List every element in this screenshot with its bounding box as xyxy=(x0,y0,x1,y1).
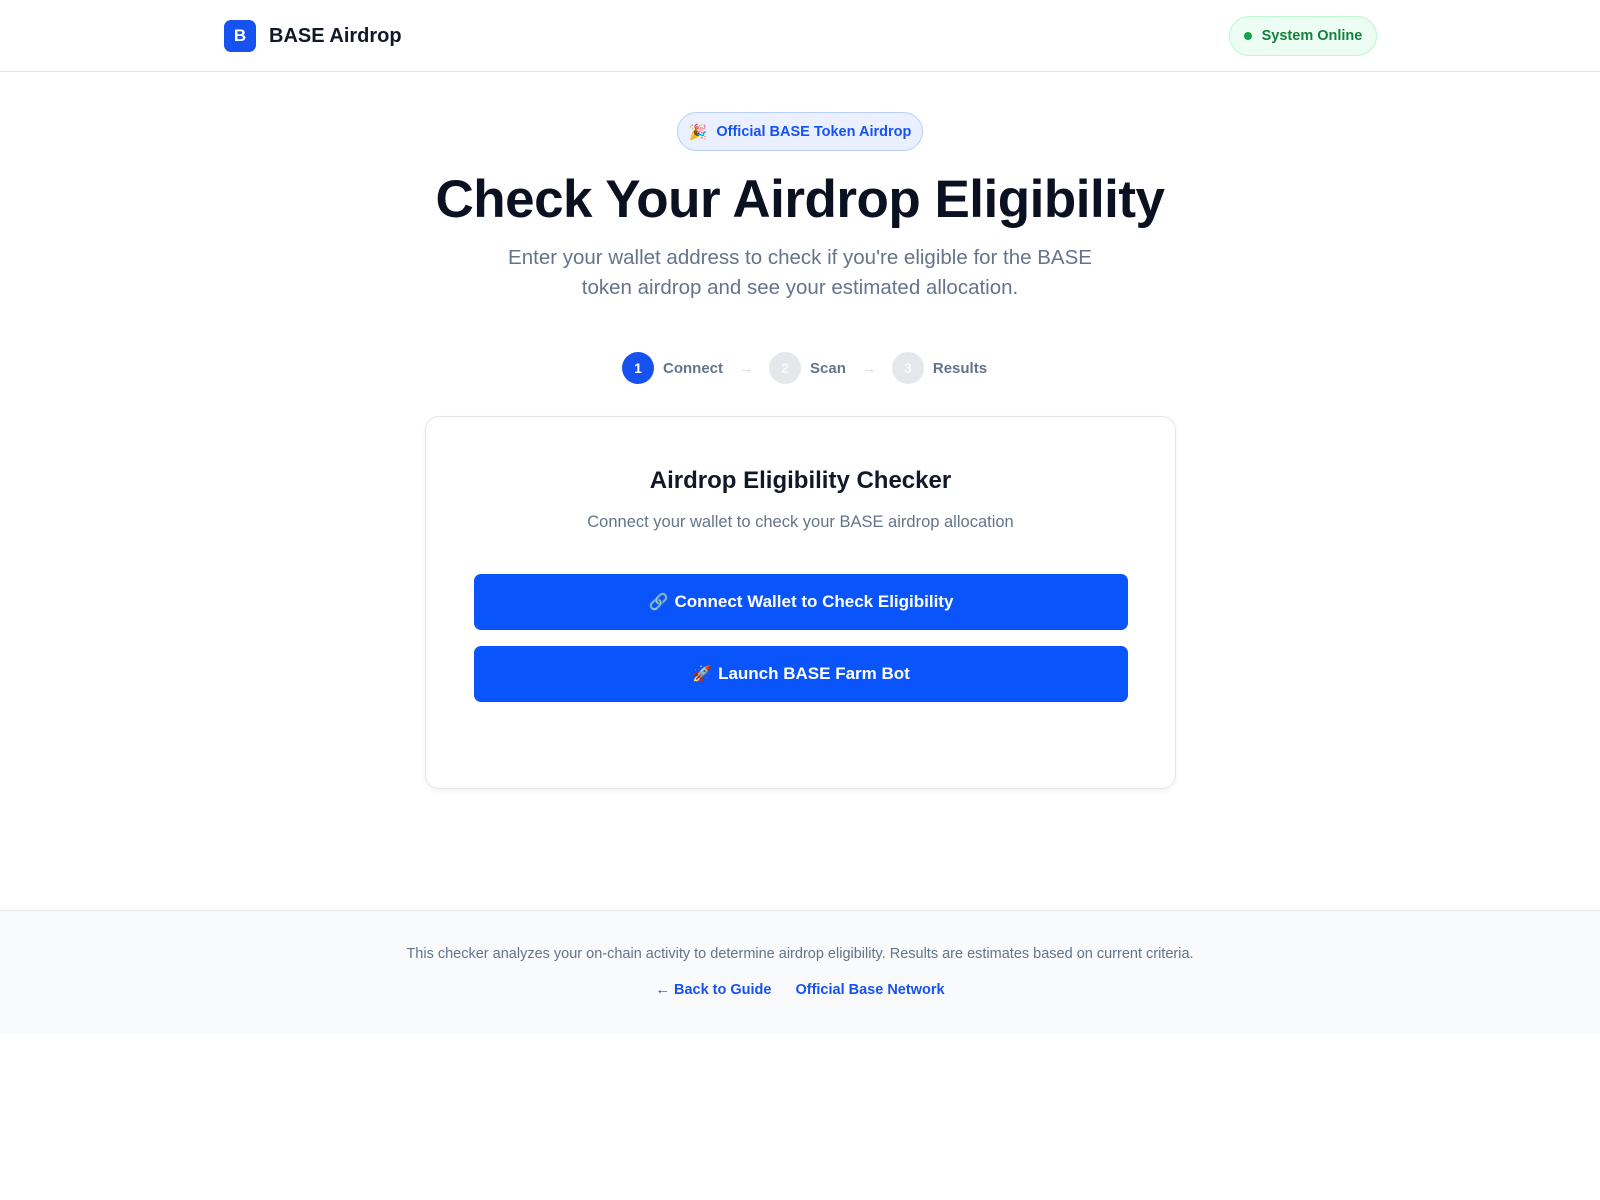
connect-wallet-button[interactable]: 🔗 Connect Wallet to Check Eligibility xyxy=(474,574,1128,630)
step-label: Scan xyxy=(810,359,846,377)
rocket-icon: 🚀 xyxy=(692,666,713,683)
back-to-guide-link[interactable]: ← Back to Guide xyxy=(655,982,771,998)
airdrop-badge: 🎉 Official BASE Token Airdrop xyxy=(677,112,923,151)
step-number: 2 xyxy=(769,352,801,384)
footer-disclaimer: This checker analyzes your on-chain acti… xyxy=(406,946,1194,962)
status-dot-icon xyxy=(1243,32,1252,40)
status-text: System Online xyxy=(1261,28,1363,44)
step-number: 3 xyxy=(891,352,924,384)
system-status-badge: System Online xyxy=(1229,16,1377,56)
eligibility-checker-card: Airdrop Eligibility Checker Connect your… xyxy=(425,416,1176,789)
connect-wallet-label: Connect Wallet to Check Eligibility xyxy=(674,592,954,611)
card-subtitle: Connect your wallet to check your BASE a… xyxy=(587,513,1014,531)
card-title: Airdrop Eligibility Checker xyxy=(649,467,952,494)
step-label: Connect xyxy=(663,359,723,377)
step-label: Results xyxy=(932,359,988,377)
badge-text: Official BASE Token Airdrop xyxy=(716,123,912,140)
launch-farm-bot-button[interactable]: 🚀 Launch BASE Farm Bot xyxy=(474,646,1128,702)
step-number: 1 xyxy=(622,352,654,384)
progress-steps: 1 Connect → 2 Scan → 3 Results xyxy=(622,352,987,384)
launch-farm-bot-label: Launch BASE Farm Bot xyxy=(718,664,910,683)
arrow-right-icon: → xyxy=(739,360,753,376)
arrow-right-icon: → xyxy=(861,360,876,376)
official-base-network-link[interactable]: Official Base Network xyxy=(795,982,944,998)
brand-logo-icon: B xyxy=(224,20,256,52)
party-popper-icon: 🎉 xyxy=(688,123,708,141)
step-results: 3 Results xyxy=(891,352,988,384)
link-icon: 🔗 xyxy=(648,594,669,611)
page-subtitle: Enter your wallet address to check if yo… xyxy=(508,246,1092,299)
top-header: B BASE Airdrop System Online xyxy=(0,0,1600,72)
step-connect: 1 Connect xyxy=(622,352,723,384)
brand[interactable]: B BASE Airdrop xyxy=(224,20,402,52)
footer-links: ← Back to Guide Official Base Network xyxy=(0,982,1600,998)
footer: This checker analyzes your on-chain acti… xyxy=(0,910,1600,1034)
step-scan: 2 Scan xyxy=(769,352,846,384)
page-title: Check Your Airdrop Eligibility xyxy=(435,170,1165,229)
brand-name: BASE Airdrop xyxy=(269,24,402,47)
